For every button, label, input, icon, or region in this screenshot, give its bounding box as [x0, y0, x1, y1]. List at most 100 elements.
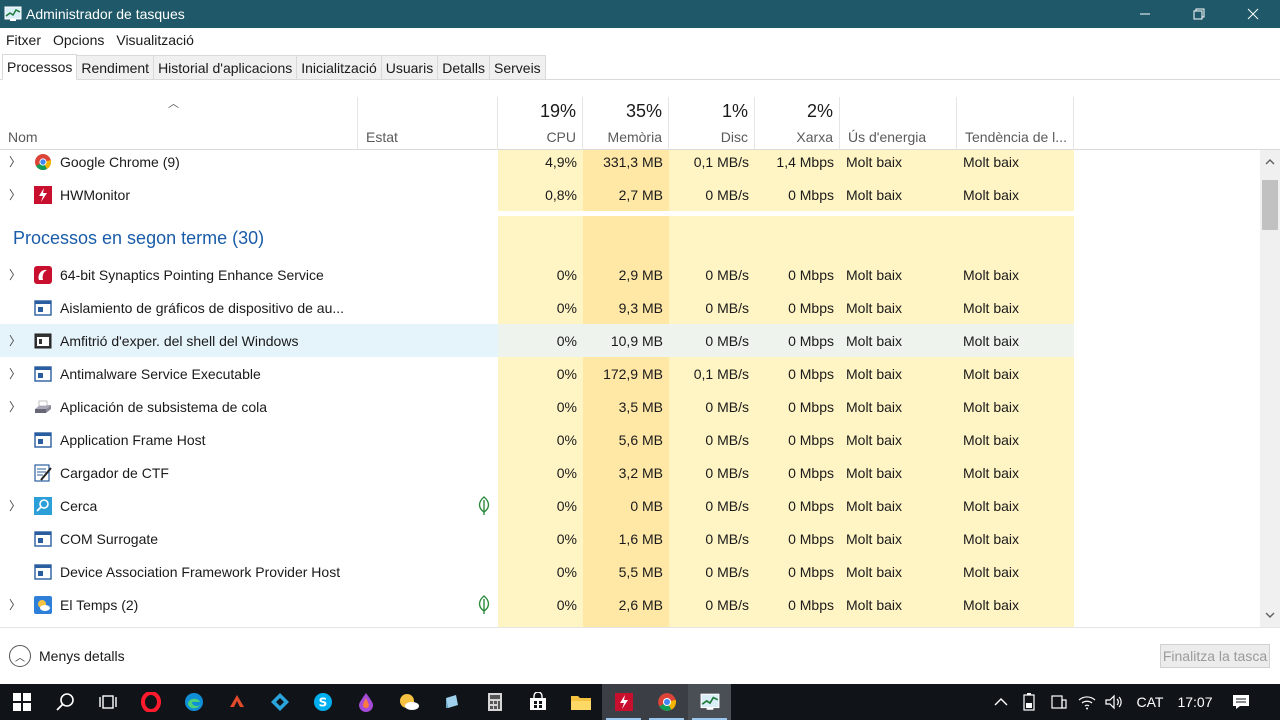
ctf-icon	[34, 464, 52, 482]
table-row[interactable]: Cargador de CTF 0% 3,2 MB 0 MB/s 0 Mbps …	[0, 456, 1074, 489]
less-details-button[interactable]: ︿ Menys detalls	[9, 645, 125, 667]
edge-icon	[184, 693, 203, 711]
close-button[interactable]	[1226, 0, 1280, 28]
table-row[interactable]: 〉 64-bit Synaptics Pointing Enhance Serv…	[0, 258, 1074, 291]
chevron-down-icon	[1265, 612, 1275, 618]
group-header: Processos en segon terme (30)	[0, 216, 1074, 260]
power-trend-cell: Molt baix	[957, 522, 1074, 555]
taskbar-chrome[interactable]	[645, 684, 688, 720]
taskbar-kodi[interactable]	[258, 684, 301, 720]
table-row[interactable]: 〉 Antimalware Service Executable 0% 172,…	[0, 357, 1074, 390]
task-view-button[interactable]	[86, 684, 129, 720]
tab-services[interactable]: Serveis	[489, 55, 546, 79]
search-button[interactable]	[43, 684, 86, 720]
column-status[interactable]: Estat	[358, 97, 498, 150]
taskbar-opera[interactable]	[129, 684, 172, 720]
table-row[interactable]: Aislamiento de gráficos de dispositivo d…	[0, 291, 1074, 324]
svg-text:S: S	[318, 696, 327, 710]
end-task-button[interactable]: Finalitza la tasca	[1160, 644, 1270, 668]
table-row[interactable]: 〉 Cerca 0% 0 MB 0 MB/s 0 Mbps Molt baix …	[0, 489, 1074, 522]
tray-volume[interactable]	[1102, 684, 1126, 720]
table-row[interactable]: 〉 Google Chrome (9) 4,9% 331,3 MB 0,1 MB…	[0, 150, 1074, 178]
table-row[interactable]: Device Association Framework Provider Ho…	[0, 555, 1074, 588]
column-network[interactable]: 2% Xarxa	[755, 97, 840, 150]
tray-notifications[interactable]	[1226, 684, 1256, 720]
menu-options[interactable]: Opcions	[47, 32, 110, 48]
table-row[interactable]: 〉 El Temps (2) 0% 2,6 MB 0 MB/s 0 Mbps M…	[0, 588, 1074, 621]
column-name[interactable]: ︿ Nom	[0, 97, 358, 150]
table-row[interactable]: Application Frame Host 0% 5,6 MB 0 MB/s …	[0, 423, 1074, 456]
tray-language[interactable]: CAT	[1130, 684, 1170, 720]
power-cell: Molt baix	[840, 258, 957, 291]
taskbar-app-red[interactable]	[215, 684, 258, 720]
network-cell: 0 Mbps	[755, 555, 840, 588]
memory-cell: 5,6 MB	[583, 423, 669, 456]
taskbar-calculator[interactable]	[473, 684, 516, 720]
column-disk[interactable]: 1% Disc	[669, 97, 755, 150]
maximize-button[interactable]	[1172, 0, 1226, 28]
taskbar-file-explorer[interactable]	[559, 684, 602, 720]
menu-view[interactable]: Visualització	[110, 32, 200, 48]
tray-battery[interactable]	[1018, 684, 1040, 720]
network-cell: 0 Mbps	[755, 357, 840, 390]
calculator-icon	[487, 693, 502, 711]
synaptics-icon	[34, 266, 52, 284]
table-row[interactable]: COM Surrogate 0% 1,6 MB 0 MB/s 0 Mbps Mo…	[0, 522, 1074, 555]
power-cell: Molt baix	[840, 324, 957, 357]
power-trend-cell: Molt baix	[957, 555, 1074, 588]
tab-app-history[interactable]: Historial d'aplicacions	[153, 55, 298, 79]
taskbar-weather[interactable]	[387, 684, 430, 720]
table-row[interactable]: 〉 Aplicación de subsistema de cola 0% 3,…	[0, 390, 1074, 423]
tray-device[interactable]	[1046, 684, 1072, 720]
column-cpu[interactable]: 19% CPU	[498, 97, 583, 150]
taskbar-app-cube[interactable]	[430, 684, 473, 720]
minimize-button[interactable]	[1118, 0, 1172, 28]
tab-performance[interactable]: Rendiment	[76, 55, 155, 79]
tray-wifi[interactable]	[1076, 684, 1098, 720]
tray-clock[interactable]: 17:07	[1172, 684, 1218, 720]
tab-users[interactable]: Usuaris	[380, 55, 439, 79]
tab-processes[interactable]: Processos	[2, 54, 78, 80]
chevron-right-icon[interactable]: 〉	[9, 390, 21, 423]
column-power-trend-label: Tendència de l...	[965, 129, 1067, 145]
taskbar-task-manager[interactable]	[688, 684, 731, 720]
menu-file[interactable]: Fitxer	[0, 32, 47, 48]
scroll-thumb[interactable]	[1262, 180, 1278, 230]
chevron-right-icon[interactable]: 〉	[9, 588, 21, 621]
column-power-trend[interactable]: Tendència de l...	[957, 97, 1074, 150]
table-row[interactable]: 〉 Amfitrió d'exper. del shell del Window…	[0, 324, 1074, 357]
tab-details[interactable]: Detalls	[437, 55, 490, 79]
memory-cell: 331,3 MB	[583, 150, 669, 178]
chevron-right-icon[interactable]: 〉	[9, 178, 21, 211]
scroll-up-button[interactable]	[1260, 152, 1280, 172]
taskbar-skype[interactable]: S	[301, 684, 344, 720]
table-row[interactable]: 〉 HWMonitor 0,8% 2,7 MB 0 MB/s 0 Mbps Mo…	[0, 178, 1074, 211]
cpu-cell: 0%	[498, 588, 583, 621]
start-button[interactable]	[0, 684, 43, 720]
chevron-right-icon[interactable]: 〉	[9, 357, 21, 390]
network-cell: 0 Mbps	[755, 588, 840, 621]
suspended-leaf-icon	[478, 595, 490, 614]
scroll-down-button[interactable]	[1260, 605, 1280, 625]
cpu-cell: 0%	[498, 555, 583, 588]
tab-startup[interactable]: Inicialització	[296, 55, 382, 79]
chevron-right-icon[interactable]: 〉	[9, 489, 21, 522]
taskbar-hwmonitor[interactable]	[602, 684, 645, 720]
chevron-right-icon[interactable]: 〉	[9, 324, 21, 357]
disk-cell: 0 MB/s	[669, 178, 755, 211]
title-bar: Administrador de tasques	[0, 0, 1280, 28]
chrome-icon	[35, 154, 52, 170]
column-power[interactable]: Ús d'energia	[840, 97, 957, 150]
chevron-right-icon[interactable]: 〉	[9, 258, 21, 291]
show-hidden-icons[interactable]	[990, 684, 1012, 720]
process-name: Aplicación de subsistema de cola	[60, 398, 268, 415]
taskbar-drop-app[interactable]	[344, 684, 387, 720]
taskbar-edge[interactable]	[172, 684, 215, 720]
column-memory[interactable]: 35% Memòria	[583, 97, 669, 150]
group-title: Processos en segon terme (30)	[13, 227, 265, 248]
taskbar-store[interactable]	[516, 684, 559, 720]
chevron-right-icon[interactable]: 〉	[9, 150, 21, 178]
search-icon	[55, 693, 74, 711]
power-trend-cell: Molt baix	[957, 489, 1074, 522]
vertical-scrollbar[interactable]	[1260, 150, 1280, 627]
